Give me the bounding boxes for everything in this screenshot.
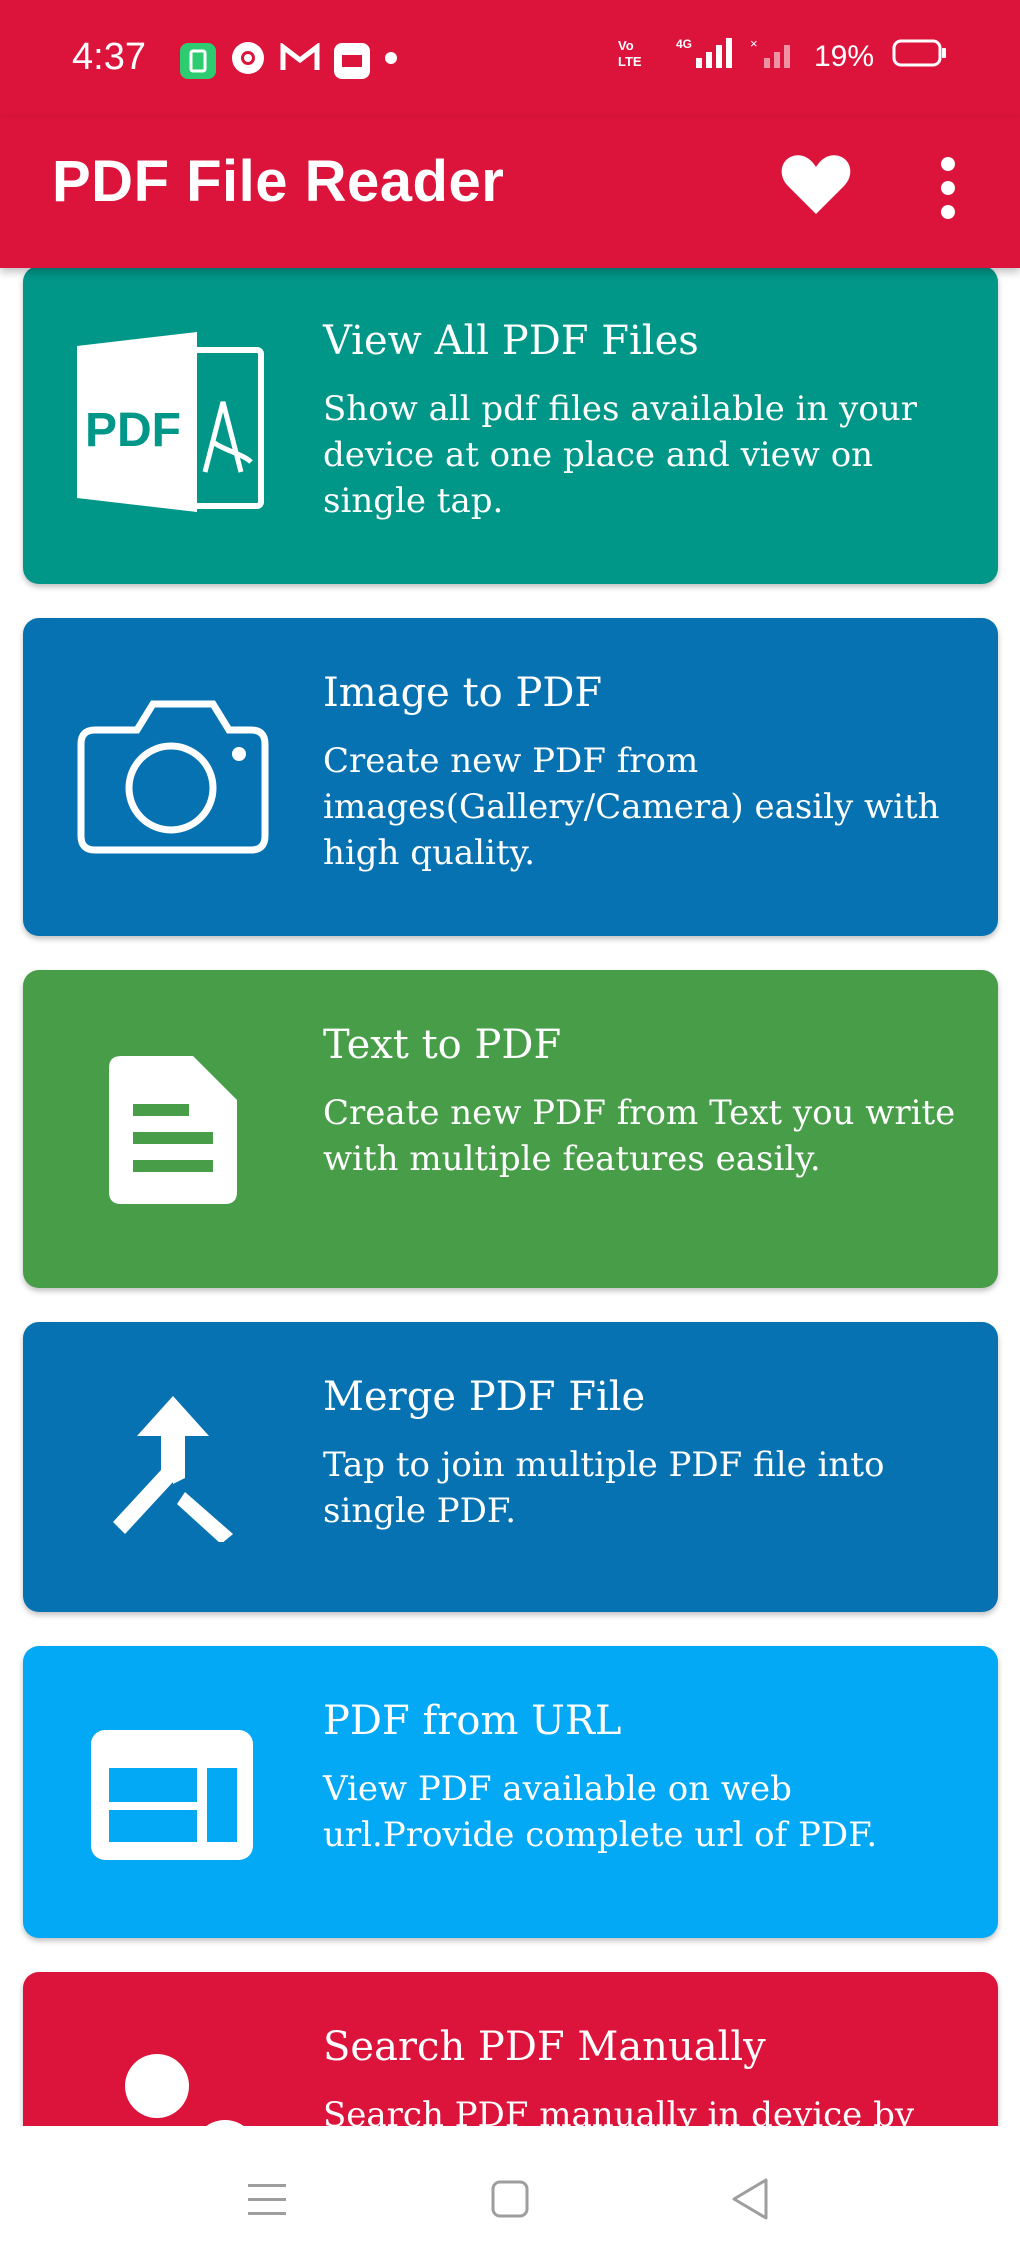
card-image-to-pdf[interactable]: Image to PDF Create new PDF from images(… <box>23 618 998 936</box>
overflow-menu-icon <box>941 157 955 219</box>
heart-icon <box>781 155 851 214</box>
home-nav-icon <box>491 2180 529 2218</box>
back-nav-icon <box>732 2178 768 2220</box>
status-time: 4:37 <box>72 36 146 78</box>
card-description: Search PDF manually in device by <box>323 2095 915 2126</box>
svg-text:4G: 4G <box>676 37 692 51</box>
4g-signal-icon: 4G <box>676 36 732 78</box>
svg-text:×: × <box>750 36 758 51</box>
menu-nav-icon <box>248 2184 286 2215</box>
home-button[interactable] <box>485 2174 535 2224</box>
recent-apps-button[interactable] <box>242 2174 292 2224</box>
pdf-file-icon: PDF <box>73 322 273 522</box>
volte-icon: Vo LTE <box>618 36 658 78</box>
card-description: Create new PDF from images(Gallery/Camer… <box>323 741 940 873</box>
svg-text:Vo: Vo <box>618 38 634 53</box>
gmail-icon <box>280 41 320 78</box>
card-description: View PDF available on web url.Provide co… <box>323 1769 878 1855</box>
app-bar: PDF File Reader <box>0 118 1020 268</box>
card-text-to-pdf[interactable]: Text to PDF Create new PDF from Text you… <box>23 970 998 1288</box>
notification-icons <box>180 40 398 81</box>
favorite-button[interactable] <box>776 144 856 224</box>
app-title: PDF File Reader <box>52 149 505 214</box>
back-button[interactable] <box>726 2174 776 2224</box>
main-content: PDF View All PDF Files Show all pdf file… <box>0 268 1020 2126</box>
card-title: PDF from URL <box>323 1698 622 1744</box>
card-title: Merge PDF File <box>323 1374 646 1420</box>
dot-icon <box>384 51 398 70</box>
text-document-icon <box>93 1052 253 1212</box>
card-title: Image to PDF <box>323 670 603 716</box>
card-view-all-pdf[interactable]: PDF View All PDF Files Show all pdf file… <box>23 268 998 584</box>
svg-text:LTE: LTE <box>618 54 642 69</box>
battery-app-icon <box>180 42 216 79</box>
card-description: Tap to join multiple PDF file into singl… <box>323 1445 885 1531</box>
navigation-bar <box>0 2126 1020 2267</box>
card-search-pdf-manually[interactable]: Search PDF Manually Search PDF manually … <box>23 1972 998 2126</box>
camera-icon <box>73 696 273 856</box>
card-title: Text to PDF <box>323 1022 562 1068</box>
svg-text:PDF: PDF <box>85 404 181 457</box>
chrome-icon <box>230 40 266 81</box>
status-bar: 4:37 Vo LTE 4G × 19% <box>0 0 1020 118</box>
card-pdf-from-url[interactable]: PDF from URL View PDF available on web u… <box>23 1646 998 1938</box>
news-app-icon <box>334 42 370 79</box>
system-status: Vo LTE 4G × 19% <box>618 36 948 78</box>
card-title: Search PDF Manually <box>323 2024 766 2070</box>
merge-icon <box>103 1392 243 1544</box>
battery-icon <box>892 38 948 76</box>
card-title: View All PDF Files <box>323 318 699 364</box>
web-page-icon <box>87 1726 257 1866</box>
search-manual-icon <box>113 2052 253 2126</box>
card-merge-pdf[interactable]: Merge PDF File Tap to join multiple PDF … <box>23 1322 998 1612</box>
battery-percent: 19% <box>813 40 874 73</box>
overflow-menu-button[interactable] <box>918 148 978 228</box>
card-description: Create new PDF from Text you write with … <box>323 1093 956 1179</box>
card-description: Show all pdf files available in your dev… <box>323 389 917 521</box>
no-signal-icon: × <box>750 36 796 78</box>
